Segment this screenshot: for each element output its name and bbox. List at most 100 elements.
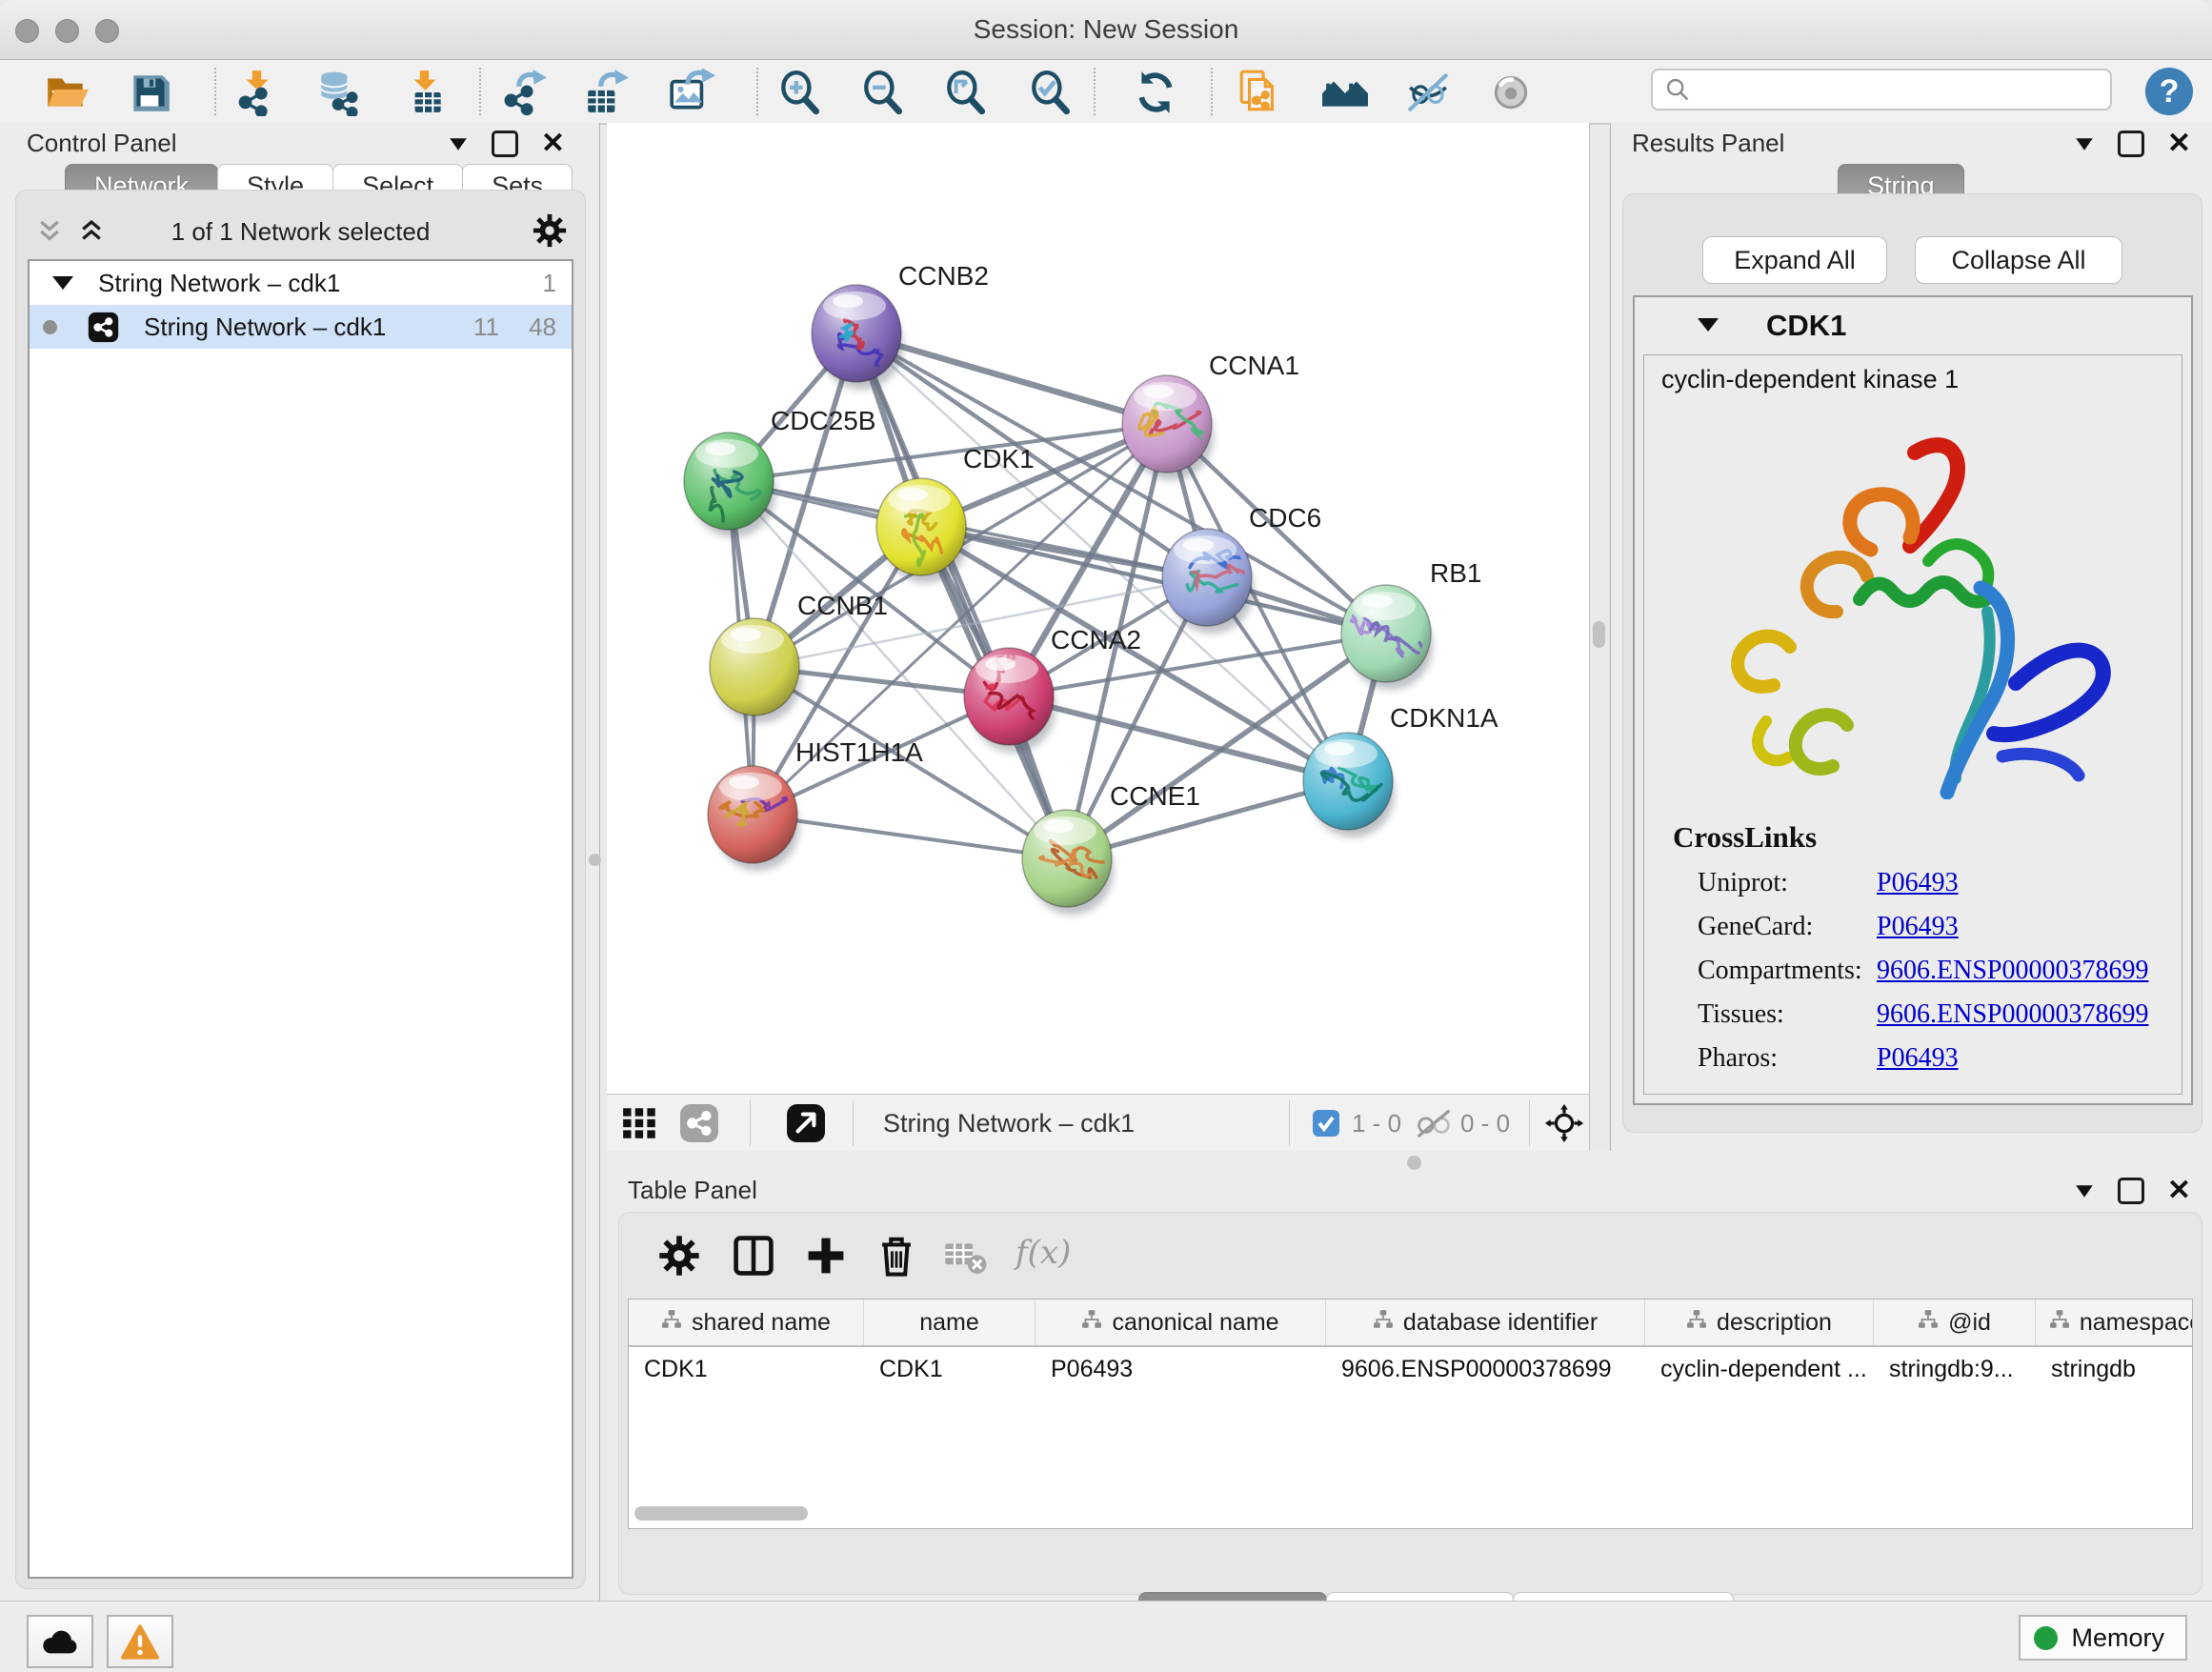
import-table-button[interactable]: [398, 66, 452, 119]
crosslink-label: Pharos:: [1698, 1043, 1778, 1074]
network-node-ccne1[interactable]: [1022, 810, 1114, 915]
column-header-canonical-name[interactable]: canonical name: [1036, 1299, 1326, 1345]
network-node-cdkn1a[interactable]: [1303, 733, 1395, 837]
birds-eye-view-icon[interactable]: [1544, 1103, 1584, 1143]
panel-float-icon[interactable]: [2118, 1178, 2144, 1204]
show-hide-columns-icon[interactable]: [732, 1234, 775, 1278]
crosslink-link[interactable]: 9606.ENSP00000378699: [1877, 999, 2148, 1030]
network-node-cdc25b[interactable]: [684, 433, 775, 537]
network-canvas[interactable]: CCNB2CCNA1CDC25BCDK1CDC6RB1CCNB1CCNA2CDK…: [607, 123, 1590, 1094]
table-cell: CDK1: [864, 1356, 1036, 1383]
hide-selected-button[interactable]: [1401, 66, 1455, 119]
selected-checkbox-icon[interactable]: [1312, 1109, 1340, 1138]
protein-expand-caret[interactable]: [1698, 318, 1719, 332]
panel-collapse-icon[interactable]: [448, 137, 469, 151]
network-node-ccna1[interactable]: [1122, 375, 1214, 480]
network-node-ccna2[interactable]: [964, 648, 1056, 753]
hidden-eye-icon[interactable]: [1415, 1108, 1453, 1138]
network-node-ccnb1[interactable]: [710, 618, 801, 723]
network-node-cdc6[interactable]: [1162, 529, 1259, 634]
help-button[interactable]: ?: [2145, 68, 2193, 115]
collapse-all-button[interactable]: Collapse All: [1915, 236, 2122, 284]
open-in-new-window-icon[interactable]: [786, 1103, 826, 1143]
delete-table-icon[interactable]: [943, 1234, 987, 1278]
zoom-fit-content-button[interactable]: [939, 66, 993, 119]
crosslink-link[interactable]: 9606.ENSP00000378699: [1877, 956, 2148, 986]
network-edge: [753, 815, 1067, 858]
memory-button[interactable]: Memory: [2019, 1615, 2187, 1661]
panel-close-icon[interactable]: ✕: [2167, 133, 2191, 154]
network-row-selected[interactable]: String Network – cdk1 11 48: [30, 305, 572, 349]
string-protein-query-button[interactable]: [1318, 66, 1372, 119]
panel-collapse-icon[interactable]: [2074, 1184, 2095, 1199]
apply-preferred-layout-button[interactable]: [1129, 66, 1182, 119]
zoom-in-button[interactable]: [774, 66, 827, 119]
hierarchy-icon: [1081, 1309, 1102, 1337]
control-panel-window-icons: ✕: [448, 131, 565, 157]
export-table-button[interactable]: [580, 66, 633, 119]
panel-close-icon[interactable]: ✕: [541, 133, 565, 154]
column-header--id[interactable]: @id: [1874, 1299, 2036, 1345]
column-header-database-identifier[interactable]: database identifier: [1326, 1299, 1645, 1345]
expand-all-button[interactable]: Expand All: [1702, 236, 1887, 284]
network-graph[interactable]: CCNB2CCNA1CDC25BCDK1CDC6RB1CCNB1CCNA2CDK…: [607, 123, 1589, 1094]
open-session-button[interactable]: [40, 66, 93, 119]
node-label: CCNA2: [1051, 625, 1141, 655]
export-network-button[interactable]: [498, 66, 552, 119]
table-row[interactable]: CDK1CDK1P064939606.ENSP00000378699cyclin…: [629, 1347, 2192, 1391]
crosslink-link[interactable]: P06493: [1877, 912, 1959, 942]
grid-view-icon[interactable]: [620, 1103, 660, 1143]
column-header-description[interactable]: description: [1645, 1299, 1874, 1345]
import-network-from-database-button[interactable]: [312, 66, 365, 119]
create-column-plus-icon[interactable]: [804, 1234, 848, 1278]
import-network-button[interactable]: [231, 66, 284, 119]
node-label: CDC6: [1249, 503, 1321, 533]
panel-close-icon[interactable]: ✕: [2167, 1180, 2191, 1201]
table-options-gear-icon[interactable]: [657, 1234, 701, 1278]
column-label: name: [919, 1309, 979, 1337]
protein-header[interactable]: CDK1: [1635, 297, 2191, 354]
splitter-handle[interactable]: [1407, 1156, 1421, 1170]
network-badge-icon[interactable]: [679, 1103, 719, 1143]
zoom-selected-button[interactable]: [1024, 66, 1077, 119]
export-image-button[interactable]: [665, 66, 718, 119]
panel-float-icon[interactable]: [2118, 131, 2144, 157]
zoom-out-button[interactable]: [856, 66, 910, 119]
network-selection-status: 1 of 1 Network selected: [28, 210, 573, 253]
column-header-name[interactable]: name: [864, 1299, 1036, 1345]
control-panel-splitter-handle[interactable]: [589, 854, 601, 866]
control-panel: Control Panel ✕ NetworkStyleSelectSets 1…: [0, 123, 600, 1601]
column-label: canonical name: [1112, 1309, 1278, 1337]
table-panel-splitter[interactable]: [607, 1151, 2212, 1174]
column-header-shared-name[interactable]: shared name: [629, 1299, 864, 1345]
string-import-button[interactable]: [1234, 66, 1287, 119]
delete-columns-trash-icon[interactable]: [875, 1234, 918, 1278]
node-label: CDC25B: [771, 406, 875, 435]
network-edge: [921, 527, 1386, 634]
search-input[interactable]: [1691, 74, 2110, 106]
network-collection-row[interactable]: String Network – cdk1 1: [30, 261, 572, 305]
warnings-button[interactable]: [107, 1615, 173, 1668]
column-header-namespace[interactable]: namespace: [2036, 1299, 2193, 1345]
crosslink-link[interactable]: P06493: [1877, 1043, 1959, 1074]
show-all-button[interactable]: [1484, 66, 1538, 119]
network-node-rb1[interactable]: [1341, 585, 1433, 690]
network-node-ccnb2[interactable]: [812, 285, 903, 390]
crosslink-label: Uniprot:: [1698, 868, 1788, 898]
table-horizontal-scrollbar[interactable]: [634, 1506, 808, 1521]
memory-status-dot: [2034, 1626, 2058, 1650]
function-builder-icon[interactable]: f(x): [1016, 1234, 1101, 1278]
network-node-hist1h1a[interactable]: [708, 766, 818, 871]
collection-count: 1: [543, 269, 556, 298]
panel-float-icon[interactable]: [492, 131, 518, 157]
crosslink-link[interactable]: P06493: [1877, 868, 1959, 898]
results-panel-splitter-handle[interactable]: [1593, 621, 1605, 648]
network-options-gear-icon[interactable]: [532, 212, 568, 249]
protein-result-box: CDK1 cyclin-dependent kinase 1: [1633, 295, 2193, 1105]
network-node-cdk1[interactable]: [876, 478, 968, 583]
cloud-status-button[interactable]: [27, 1615, 93, 1668]
panel-collapse-icon[interactable]: [2074, 137, 2095, 151]
save-session-button[interactable]: [124, 66, 177, 119]
hierarchy-icon: [661, 1309, 682, 1337]
collection-expand-caret[interactable]: [52, 276, 73, 290]
